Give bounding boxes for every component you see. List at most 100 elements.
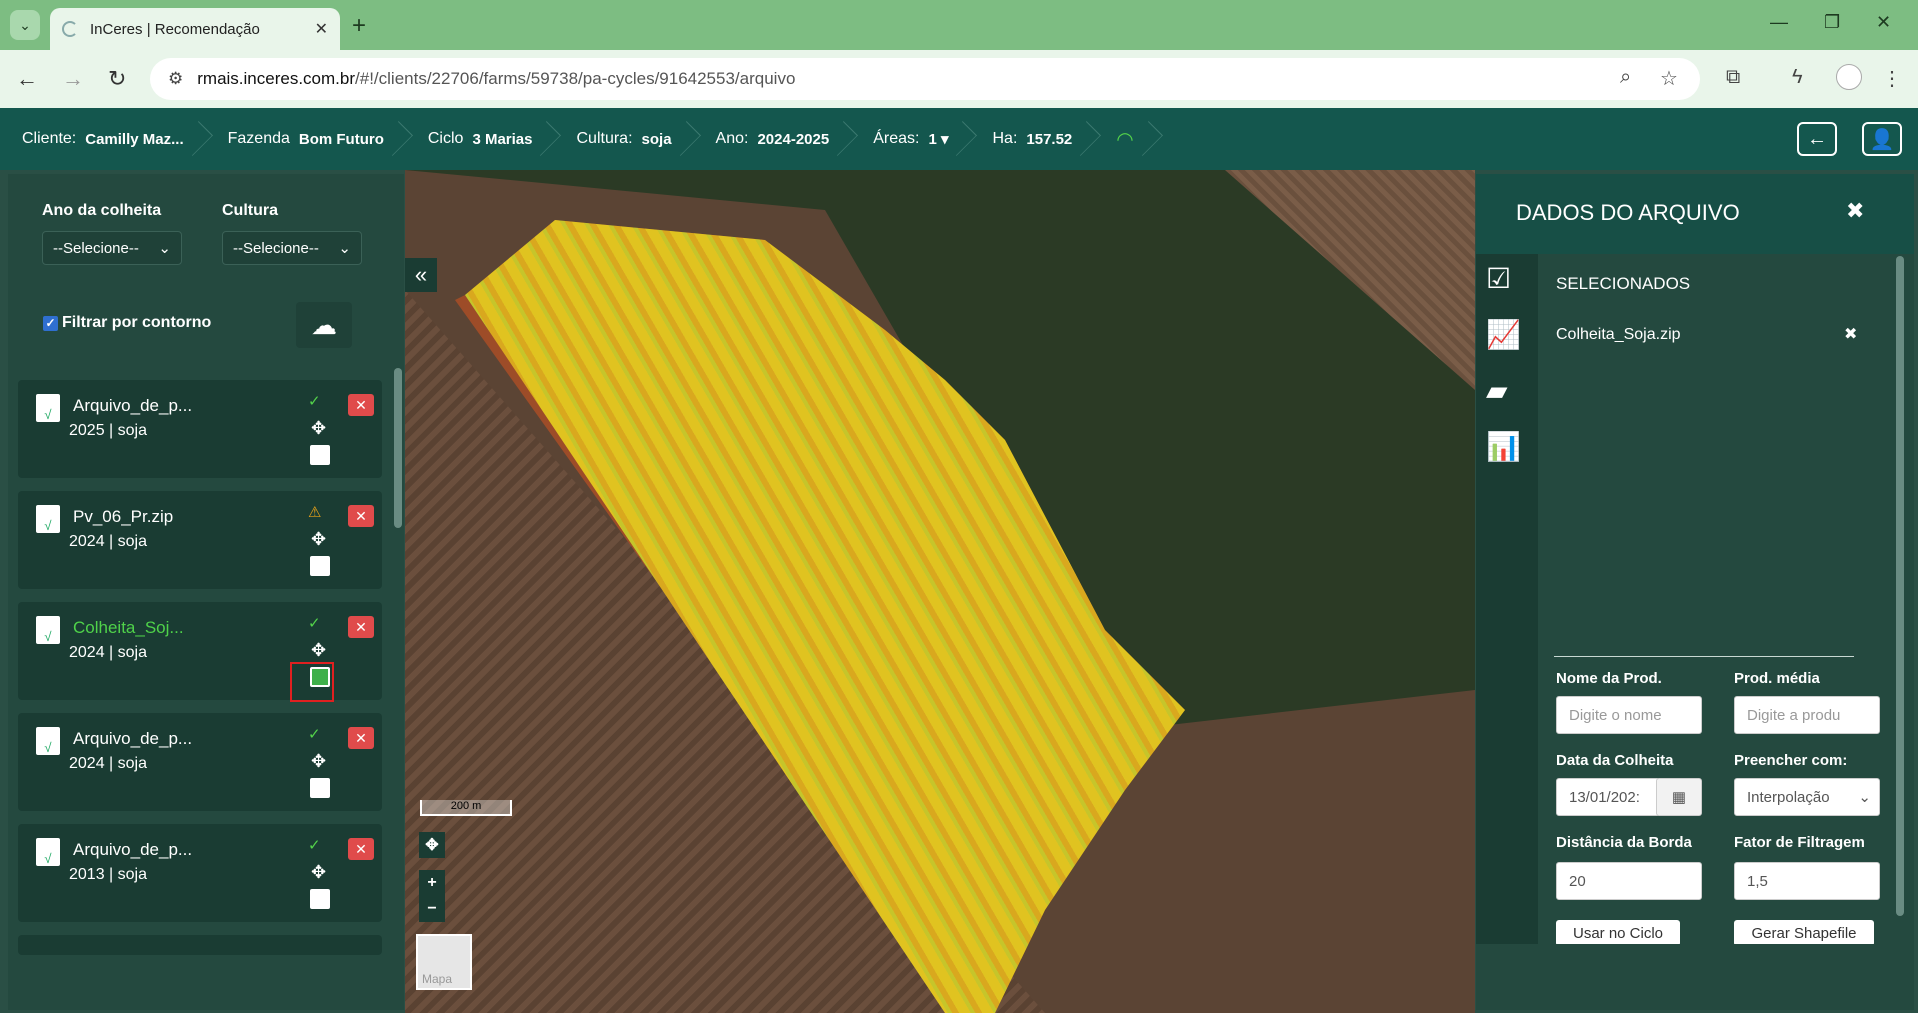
zoom-icon[interactable]: ⌕ <box>1620 66 1631 89</box>
fill-label: Preencher com: <box>1734 752 1848 769</box>
crumb-cycle[interactable]: Ciclo 3 Marias <box>406 108 555 170</box>
locate-icon[interactable]: ✥ <box>311 418 326 439</box>
crumb-areas[interactable]: Áreas: 1 ▾ <box>851 108 970 170</box>
file-card[interactable]: √ Pv_06_Pr.zip 2024 | soja ⚠ ✕ ✥ <box>18 491 382 589</box>
divider <box>1554 656 1854 657</box>
close-tab-icon[interactable]: ✕ <box>315 19 328 39</box>
file-meta: 2024 | soja <box>69 755 147 772</box>
map-view[interactable] <box>405 170 1475 1013</box>
back-icon[interactable]: ← <box>16 66 38 92</box>
highlight-box <box>290 662 334 702</box>
file-card-partial[interactable] <box>18 935 382 955</box>
remove-selected-icon[interactable]: ✖ <box>1844 324 1857 344</box>
crumb-key: Fazenda <box>227 130 290 147</box>
file-card[interactable]: √ Arquivo_de_p... 2025 | soja ✓ ✕ ✥ <box>18 380 382 478</box>
fill-select[interactable]: Interpolação ⌄ <box>1734 778 1880 816</box>
zoom-out-button[interactable]: − <box>419 896 445 922</box>
crumb-key: Ano: <box>715 130 749 147</box>
crumb-year[interactable]: Ano: 2024-2025 <box>694 108 852 170</box>
crumb-hectares[interactable]: Ha: 157.52 <box>970 108 1094 170</box>
delete-button[interactable]: ✕ <box>348 838 374 860</box>
filter-factor-input[interactable]: 1,5 <box>1734 862 1880 900</box>
upload-button[interactable]: ☁ <box>296 302 352 348</box>
harvest-date-input[interactable]: 13/01/202: <box>1556 778 1660 816</box>
panel-scrollbar[interactable] <box>1896 256 1904 916</box>
file-name[interactable]: Pv_06_Pr.zip <box>73 507 173 527</box>
close-panel-icon[interactable]: ✖ <box>1846 198 1864 224</box>
paint-roller-icon[interactable]: ▰ <box>1486 374 1508 407</box>
extensions-icon[interactable]: ⧉ <box>1726 66 1740 89</box>
pan-icon[interactable]: ✥ <box>419 832 445 858</box>
edge-distance-input[interactable]: 20 <box>1556 862 1702 900</box>
file-name[interactable]: Arquivo_de_p... <box>73 729 192 749</box>
use-in-cycle-button[interactable]: Usar no Ciclo <box>1556 920 1680 946</box>
tab-search-button[interactable]: ⌄ <box>10 10 40 40</box>
generate-shapefile-button[interactable]: Gerar Shapefile <box>1734 920 1874 946</box>
contour-filter[interactable]: ✓ Filtrar por contorno <box>43 314 211 332</box>
year-select[interactable]: --Selecione-- ⌄ <box>42 231 182 265</box>
bookmark-star-icon[interactable]: ☆ <box>1660 66 1678 91</box>
file-name[interactable]: Arquivo_de_p... <box>73 840 192 860</box>
delete-button[interactable]: ✕ <box>348 394 374 416</box>
contour-checkbox[interactable]: ✓ <box>43 315 58 331</box>
loading-icon <box>62 21 78 37</box>
line-chart-icon[interactable]: 📈 <box>1486 318 1521 351</box>
file-card[interactable]: √ Arquivo_de_p... 2013 | soja ✓ ✕ ✥ <box>18 824 382 922</box>
site-info-icon[interactable]: ⚙ <box>168 69 183 89</box>
calendar-icon[interactable]: ▦ <box>1656 778 1702 816</box>
select-checkbox[interactable] <box>310 556 330 576</box>
select-checkbox[interactable] <box>310 445 330 465</box>
file-name[interactable]: Arquivo_de_p... <box>73 396 192 416</box>
list-scrollbar[interactable] <box>394 368 402 528</box>
tab-title: InCeres | Recomendação <box>90 20 260 38</box>
chevron-down-icon: ⌄ <box>1858 789 1871 806</box>
crumb-farm[interactable]: Fazenda Bom Futuro <box>206 108 406 170</box>
restore-icon[interactable]: ❐ <box>1824 12 1840 33</box>
prod-name-input[interactable]: Digite o nome <box>1556 696 1702 734</box>
crumb-client[interactable]: Cliente: Camilly Maz... <box>0 108 206 170</box>
back-arrow-button[interactable]: ← <box>1797 122 1837 156</box>
minimize-icon[interactable]: — <box>1770 12 1788 33</box>
prod-avg-label: Prod. média <box>1734 670 1820 687</box>
delete-button[interactable]: ✕ <box>348 505 374 527</box>
map-scale: 200 m <box>420 800 512 816</box>
locate-icon[interactable]: ✥ <box>311 751 326 772</box>
file-data-panel: DADOS DO ARQUIVO ✖ ☑ 📈 ▰ 📊 SELECIONADOS … <box>1476 174 1914 1010</box>
crumb-key: Cultura: <box>576 130 633 147</box>
user-button[interactable]: 👤 <box>1862 122 1902 156</box>
new-tab-button[interactable]: + <box>352 12 366 40</box>
app-header: Cliente: Camilly Maz... Fazenda Bom Futuro… <box>0 108 1918 170</box>
reload-icon[interactable]: ↻ <box>108 66 126 92</box>
locate-icon[interactable]: ✥ <box>311 862 326 883</box>
file-meta: 2013 | soja <box>69 866 147 883</box>
locate-icon[interactable]: ✥ <box>311 640 326 661</box>
checklist-icon[interactable]: ☑ <box>1486 262 1511 295</box>
file-card[interactable]: √ Arquivo_de_p... 2024 | soja ✓ ✕ ✥ <box>18 713 382 811</box>
bar-chart-icon[interactable]: 📊 <box>1486 430 1521 463</box>
layer-switcher[interactable]: Mapa <box>416 934 472 990</box>
locate-icon[interactable]: ✥ <box>311 529 326 550</box>
zoom-in-button[interactable]: + <box>419 870 445 896</box>
delete-button[interactable]: ✕ <box>348 616 374 638</box>
profile-avatar[interactable] <box>1836 64 1862 90</box>
select-checkbox[interactable] <box>310 889 330 909</box>
file-name[interactable]: Colheita_Soj... <box>73 618 184 638</box>
collapse-panel-icon[interactable]: « <box>405 258 437 292</box>
performance-icon[interactable]: ϟ <box>1792 66 1803 89</box>
file-meta: 2025 | soja <box>69 422 147 439</box>
menu-icon[interactable]: ⋮ <box>1882 66 1902 91</box>
browser-tab[interactable]: InCeres | Recomendação ✕ <box>50 8 340 50</box>
crumb-value: Bom Futuro <box>298 130 384 148</box>
crumb-crop[interactable]: Cultura: soja <box>554 108 693 170</box>
delete-button[interactable]: ✕ <box>348 727 374 749</box>
crop-select[interactable]: --Selecione-- ⌄ <box>222 231 362 265</box>
crumb-key: Ha: <box>992 130 1018 147</box>
url-field[interactable]: ⚙ rmais.inceres.com.br/#!/clients/22706/… <box>150 58 1700 100</box>
panel-tabs: ☑ 📈 ▰ 📊 <box>1476 254 1538 944</box>
select-checkbox[interactable] <box>310 778 330 798</box>
prod-avg-input[interactable]: Digite a produ <box>1734 696 1880 734</box>
forward-icon[interactable]: → <box>62 66 84 92</box>
close-window-icon[interactable]: ✕ <box>1876 12 1891 33</box>
contour-label: Filtrar por contorno <box>62 314 212 331</box>
chevron-down-icon: ⌄ <box>338 240 351 257</box>
